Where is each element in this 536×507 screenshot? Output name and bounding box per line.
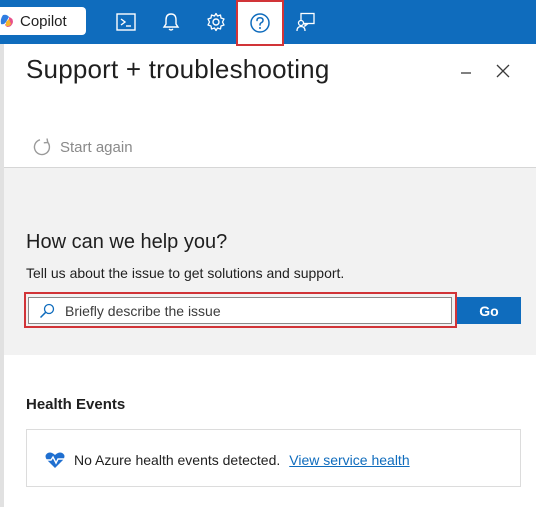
page-title: Support + troubleshooting (26, 54, 330, 84)
search-box[interactable] (28, 297, 452, 324)
go-button[interactable]: Go (457, 297, 521, 324)
heart-pulse-icon (45, 452, 65, 468)
view-service-health-link[interactable]: View service health (289, 452, 409, 468)
health-status-row: No Azure health events detected. View se… (45, 451, 410, 469)
start-again-button[interactable]: Start again (32, 137, 133, 157)
minimize-icon (461, 72, 471, 74)
feedback-button[interactable] (291, 7, 321, 37)
search-icon (39, 303, 55, 318)
feedback-icon (296, 12, 315, 32)
gear-icon (207, 12, 225, 32)
settings-button[interactable] (201, 7, 231, 37)
minimize-button[interactable] (455, 60, 477, 82)
refresh-icon (33, 138, 51, 156)
health-events-card: No Azure health events detected. View se… (26, 429, 521, 487)
start-again-label: Start again (60, 138, 133, 156)
copilot-button[interactable]: Copilot (0, 7, 86, 35)
copilot-logo-icon (0, 14, 14, 28)
bell-icon (162, 13, 180, 31)
copilot-label: Copilot (20, 12, 67, 30)
cloud-shell-button[interactable] (111, 7, 141, 37)
help-title: How can we help you? (26, 231, 228, 253)
help-button[interactable] (245, 8, 275, 38)
help-subtitle: Tell us about the issue to get solutions… (26, 265, 345, 281)
top-navigation-bar: Copilot (0, 0, 536, 46)
search-input[interactable] (65, 302, 425, 319)
health-message: No Azure health events detected. (74, 452, 281, 468)
health-events-title: Health Events (26, 396, 126, 413)
terminal-icon (116, 13, 136, 31)
notifications-button[interactable] (156, 7, 186, 37)
close-button[interactable] (492, 60, 514, 82)
close-icon (496, 64, 510, 78)
help-icon (250, 13, 270, 33)
